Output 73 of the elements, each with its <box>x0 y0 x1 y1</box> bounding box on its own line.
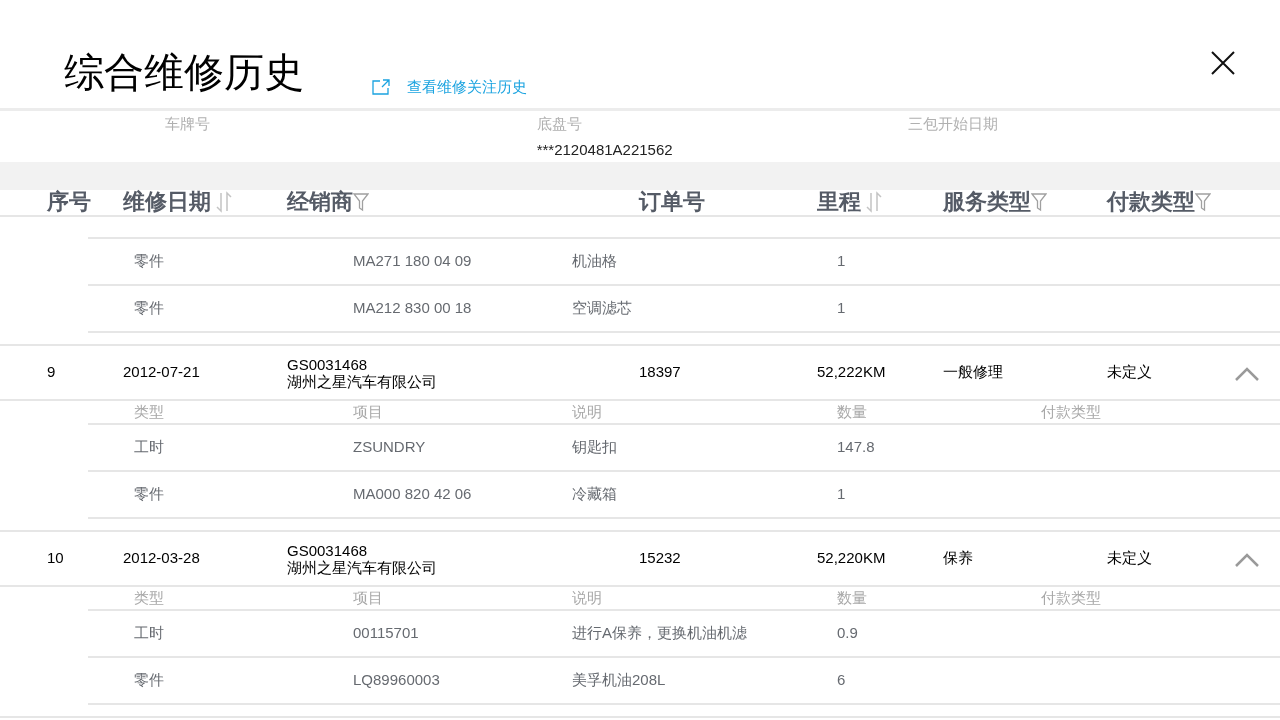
column-header: 序号 <box>47 189 91 215</box>
external-link-icon <box>372 79 390 96</box>
item-column-header: 说明 <box>572 588 602 606</box>
item-column-header: 付款类型 <box>1041 402 1101 420</box>
item-cell: 1 <box>837 299 846 317</box>
column-header: 经销商 <box>287 189 353 215</box>
item-column-header: 类型 <box>134 588 164 606</box>
item-column-header: 数量 <box>837 402 867 420</box>
record-cell: 10 <box>47 549 64 567</box>
page-title: 综合维修历史 <box>64 49 304 96</box>
item-cell: 钥匙扣 <box>572 438 617 456</box>
item-column-header: 类型 <box>134 402 164 420</box>
column-header: 付款类型 <box>1107 189 1195 215</box>
item-cell: 6 <box>837 671 846 689</box>
filter-icon[interactable] <box>1031 192 1047 212</box>
record-cell: 52,222KM <box>817 363 886 381</box>
item-cell: 00115701 <box>353 624 419 642</box>
record-cell: 未定义 <box>1107 549 1152 567</box>
column-header: 订单号 <box>639 189 705 215</box>
item-column-header: 数量 <box>837 588 867 606</box>
item-cell: MA000 820 42 06 <box>353 485 472 503</box>
sort-icon[interactable] <box>865 191 883 213</box>
record-cell: 保养 <box>943 549 973 567</box>
item-cell: 机油格 <box>572 252 617 270</box>
record-cell: 18397 <box>639 363 681 381</box>
item-cell: MA271 180 04 09 <box>353 252 472 270</box>
item-column-header: 付款类型 <box>1041 588 1101 606</box>
attention-history-link[interactable]: 查看维修关注历史 <box>372 76 527 99</box>
item-cell: LQ89960003 <box>353 671 440 689</box>
item-cell: 1 <box>837 252 846 270</box>
item-cell: 工时 <box>134 438 164 456</box>
item-cell: 冷藏箱 <box>572 485 617 503</box>
item-cell: 零件 <box>134 299 164 317</box>
info-label: 车牌号 <box>165 115 211 133</box>
item-cell: 进行A保养，更换机油机滤 <box>572 624 747 642</box>
record-cell: 15232 <box>639 549 681 567</box>
dealer-code: GS0031468 <box>287 355 369 373</box>
record-cell: 一般修理 <box>943 363 1003 381</box>
close-button[interactable] <box>1210 50 1236 76</box>
dealer-name: 湖州之星汽车有限公司 <box>287 372 438 390</box>
item-cell: MA212 830 00 18 <box>353 299 472 317</box>
item-cell: 1 <box>837 485 846 503</box>
item-cell: 0.9 <box>837 624 858 642</box>
item-cell: 空调滤芯 <box>572 299 632 317</box>
column-header: 维修日期 <box>123 189 211 215</box>
dealer-code: GS0031468 <box>287 541 369 559</box>
record-cell: 52,220KM <box>817 549 886 567</box>
record-cell: 9 <box>47 363 56 381</box>
collapse-chevron-button[interactable] <box>1234 366 1260 382</box>
filter-icon[interactable] <box>353 192 369 212</box>
record-cell: 2012-03-28 <box>123 549 200 567</box>
item-cell: 美孚机油208L <box>572 671 666 689</box>
item-column-header: 项目 <box>353 402 383 420</box>
info-value: ***2120481A221562 <box>536 141 674 159</box>
item-cell: 工时 <box>134 624 164 642</box>
item-cell: 零件 <box>134 671 164 689</box>
item-column-header: 说明 <box>572 402 602 420</box>
item-cell: ZSUNDRY <box>353 438 426 456</box>
close-icon <box>1211 51 1235 75</box>
item-cell: 零件 <box>134 252 164 270</box>
record-cell: 2012-07-21 <box>123 363 200 381</box>
column-header: 服务类型 <box>943 189 1031 215</box>
filter-icon[interactable] <box>1195 192 1211 212</box>
sort-icon[interactable] <box>215 191 233 213</box>
item-cell: 零件 <box>134 485 164 503</box>
record-cell: 未定义 <box>1107 363 1152 381</box>
column-header: 里程 <box>817 189 861 215</box>
item-column-header: 项目 <box>353 588 383 606</box>
dealer-name: 湖州之星汽车有限公司 <box>287 558 438 576</box>
collapse-chevron-button[interactable] <box>1234 552 1260 568</box>
info-label: 三包开始日期 <box>908 115 1000 133</box>
info-label: 底盘号 <box>536 115 583 133</box>
item-cell: 147.8 <box>837 438 875 456</box>
